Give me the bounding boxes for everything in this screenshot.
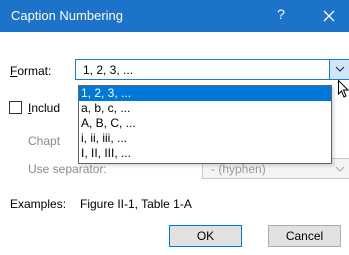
format-select-value: 1, 2, 3, ... (83, 63, 134, 77)
format-select[interactable]: 1, 2, 3, ... (75, 59, 349, 80)
dialog-title: Caption Numbering (11, 8, 124, 23)
close-icon (323, 10, 335, 22)
cancel-button[interactable]: Cancel (268, 225, 341, 247)
ok-button[interactable]: OK (169, 225, 242, 247)
include-chapter-label: Includ (28, 101, 61, 115)
format-option[interactable]: a, b, c, ... (79, 101, 331, 116)
format-option[interactable]: i, ii, iii, ... (79, 131, 331, 146)
format-dropdown-button[interactable] (329, 60, 349, 79)
chevron-down-icon (335, 66, 345, 72)
include-chapter-checkbox[interactable] (9, 101, 22, 114)
separator-select-value: - (hyphen) (211, 162, 266, 176)
chevron-down-icon (335, 166, 345, 172)
format-option[interactable]: A, B, C, ... (79, 116, 331, 131)
format-label: Format: (10, 64, 52, 78)
help-button[interactable]: ? (269, 6, 293, 22)
title-bar: Caption Numbering ? (0, 0, 349, 32)
examples-value: Figure II-1, Table 1-A (80, 197, 192, 211)
format-dropdown-list[interactable]: 1, 2, 3, ... a, b, c, ... A, B, C, ... i… (78, 85, 332, 164)
chapter-style-label: Chapt (28, 134, 61, 148)
examples-label: Examples: (10, 197, 67, 211)
format-option[interactable]: 1, 2, 3, ... (79, 86, 331, 101)
separator-label: Use separator: (28, 162, 107, 176)
close-button[interactable] (313, 4, 345, 28)
format-option[interactable]: I, II, III, ... (79, 146, 331, 161)
mouse-cursor-icon (338, 80, 349, 98)
